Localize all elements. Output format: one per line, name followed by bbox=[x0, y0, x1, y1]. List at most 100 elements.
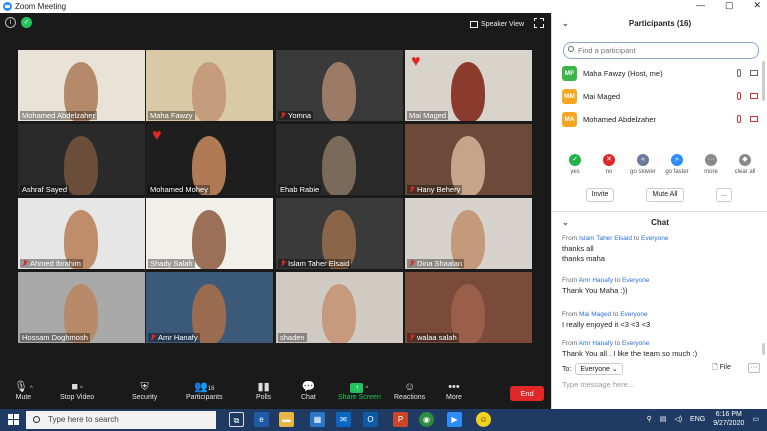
feedback-label: no bbox=[605, 169, 613, 175]
participant-name: Maha Fawzy bbox=[150, 111, 193, 120]
stop-video-button[interactable]: ■ ^ Stop Video bbox=[60, 380, 94, 401]
video-tile[interactable]: Hany Behery bbox=[405, 124, 532, 195]
video-tile[interactable]: Shady Salah bbox=[146, 198, 273, 269]
nonverbal-feedback-button[interactable]: ✓ yes bbox=[560, 154, 590, 175]
store-icon[interactable]: ▦ bbox=[310, 412, 325, 427]
chat-title: Chat bbox=[651, 218, 669, 227]
file-button[interactable]: 🗋 File bbox=[712, 363, 731, 374]
video-tile[interactable]: Maha Fawzy bbox=[146, 50, 273, 121]
mute-button[interactable]: 🎙 ^ Mute bbox=[14, 380, 33, 401]
participant-name-label: Islam Taher Elsaid bbox=[278, 259, 352, 268]
chat-message-header: From Amr Hanafy to Everyone bbox=[562, 339, 757, 349]
powerpoint-icon[interactable]: P bbox=[393, 412, 408, 427]
video-tile[interactable]: ♥ Mai Maged bbox=[405, 50, 532, 121]
language-indicator[interactable]: ENG bbox=[690, 416, 705, 423]
video-tile[interactable]: Hossam Doghmosh bbox=[18, 272, 145, 343]
edge-browser-icon[interactable]: e bbox=[254, 412, 269, 427]
file-explorer-icon[interactable]: ▬ bbox=[279, 412, 294, 427]
windows-start-icon[interactable] bbox=[8, 414, 19, 425]
mail-icon[interactable]: ✉ bbox=[336, 412, 351, 427]
taskbar-clock[interactable]: 6:16 PM 9/27/2020 bbox=[713, 410, 744, 428]
chat-message-header: From Amr Hanafy to Everyone bbox=[562, 276, 757, 286]
nonverbal-feedback-button[interactable]: ✕ no bbox=[594, 154, 624, 175]
nonverbal-feedback-button[interactable]: ◆ clear all bbox=[730, 154, 760, 175]
participants-button[interactable]: 👥16 Participants bbox=[186, 380, 223, 401]
more-button[interactable]: ••• More bbox=[446, 380, 462, 401]
meeting-info-icon[interactable]: i bbox=[5, 17, 16, 28]
participants-more-button[interactable]: ... bbox=[716, 188, 732, 202]
video-tile[interactable]: Amr Hanafy bbox=[146, 272, 273, 343]
maximize-icon[interactable]: ▢ bbox=[725, 0, 734, 11]
nonverbal-feedback-button[interactable]: ··· more bbox=[696, 154, 726, 175]
chat-more-icon[interactable]: ··· bbox=[748, 363, 760, 373]
feedback-label: more bbox=[704, 169, 718, 175]
chat-message-text: I really enjoyed it <3 <3 <3 bbox=[562, 320, 651, 329]
chat-button[interactable]: 💬 Chat bbox=[301, 380, 316, 401]
reactions-icon: ☺ bbox=[403, 381, 416, 393]
video-tile[interactable]: Yomna bbox=[276, 50, 403, 121]
speaker-view-button[interactable]: Speaker View bbox=[470, 18, 524, 30]
close-icon[interactable]: ✕ bbox=[753, 0, 761, 11]
task-view-icon[interactable]: ⧉ bbox=[229, 412, 244, 427]
chat-scrollbar[interactable] bbox=[762, 343, 765, 355]
from-label: From bbox=[562, 311, 578, 318]
security-button[interactable]: ⛨ Security bbox=[132, 380, 157, 401]
fullscreen-icon[interactable] bbox=[533, 17, 544, 28]
participant-name-label: Ashraf Sayed bbox=[20, 185, 70, 194]
mute-all-button[interactable]: Mute All bbox=[646, 188, 684, 202]
microphone-icon: 🎙 ^ bbox=[14, 381, 33, 393]
chevron-down-icon[interactable]: ⌄ bbox=[562, 13, 569, 35]
smiley-app-icon[interactable]: ☺ bbox=[476, 412, 491, 427]
polls-button[interactable]: ▮▮ Polls bbox=[256, 380, 271, 401]
participants-scrollbar[interactable] bbox=[762, 61, 765, 101]
outlook-icon[interactable]: O bbox=[363, 412, 378, 427]
video-tile[interactable]: Dina Shaalan bbox=[405, 198, 532, 269]
video-tile[interactable]: Islam Taher Elsaid bbox=[276, 198, 403, 269]
video-tile[interactable]: Ahmed Ibrahim bbox=[18, 198, 145, 269]
video-camera-icon: ■ ^ bbox=[71, 381, 83, 393]
volume-icon[interactable]: ◁) bbox=[674, 415, 682, 423]
nonverbal-feedback-button[interactable]: » go faster bbox=[662, 154, 692, 175]
participants-label: Participants bbox=[186, 394, 223, 401]
chrome-icon[interactable]: ◉ bbox=[419, 412, 434, 427]
video-tile[interactable]: Ehab Rabie bbox=[276, 124, 403, 195]
security-label: Security bbox=[132, 394, 158, 401]
shield-icon: ⛨ bbox=[140, 381, 149, 393]
video-tile[interactable]: Ashraf Sayed bbox=[18, 124, 145, 195]
participant-search-input[interactable]: Find a participant bbox=[563, 42, 759, 59]
people-icon[interactable]: ⚲ bbox=[647, 415, 652, 423]
end-meeting-button[interactable]: End bbox=[510, 386, 544, 401]
video-tile[interactable]: Mohamed Abdelzaher bbox=[18, 50, 145, 121]
chat-chevron-down-icon[interactable]: ⌄ bbox=[562, 214, 569, 232]
panel-divider bbox=[552, 211, 767, 212]
sender-name: Amr Hanafy bbox=[578, 277, 613, 284]
participant-name-label: Mohamed Abdelzaher bbox=[20, 111, 97, 120]
recipient-select[interactable]: Everyone ⌄ bbox=[575, 363, 623, 375]
chat-message-input[interactable]: Type message here... bbox=[562, 380, 634, 389]
zoom-taskbar-icon[interactable]: ▶ bbox=[447, 412, 462, 427]
recipient-name: Everyone bbox=[622, 277, 650, 284]
chat-message-text: Thank You all . I like the team so much … bbox=[562, 349, 698, 358]
notifications-icon[interactable]: ▭ bbox=[752, 415, 759, 423]
reactions-button[interactable]: ☺ Reactions bbox=[394, 380, 425, 401]
participant-list-item[interactable]: MA Mohamed Abdelzaher bbox=[562, 109, 758, 129]
participant-name: Dina Shaalan bbox=[417, 259, 463, 268]
participant-list-item[interactable]: MM Mai Maged bbox=[562, 86, 758, 106]
video-tile[interactable]: shaden bbox=[276, 272, 403, 343]
participant-list-item[interactable]: MF Maha Fawzy (Host, me) bbox=[562, 63, 758, 83]
taskbar-search-input[interactable]: Type here to search bbox=[26, 411, 216, 429]
participants-title: Participants (16) bbox=[628, 19, 692, 28]
invite-button[interactable]: Invite bbox=[586, 188, 614, 202]
minimize-icon[interactable]: — bbox=[696, 0, 705, 11]
video-tile[interactable]: walaa salah bbox=[405, 272, 532, 343]
network-icon[interactable]: ▤ bbox=[660, 415, 667, 423]
to-label: to bbox=[612, 311, 619, 318]
participant-name: Ehab Rabie bbox=[280, 185, 320, 194]
video-tile[interactable]: ♥ Mohamed Mohey bbox=[146, 124, 273, 195]
share-screen-button[interactable]: ↑ ^ Share Screen bbox=[338, 380, 381, 401]
encryption-shield-icon[interactable]: ✓ bbox=[21, 17, 32, 28]
chat-icon: 💬 bbox=[301, 381, 316, 393]
participant-video bbox=[322, 136, 356, 195]
file-label: File bbox=[719, 364, 731, 371]
nonverbal-feedback-button[interactable]: « go slower bbox=[628, 154, 658, 175]
